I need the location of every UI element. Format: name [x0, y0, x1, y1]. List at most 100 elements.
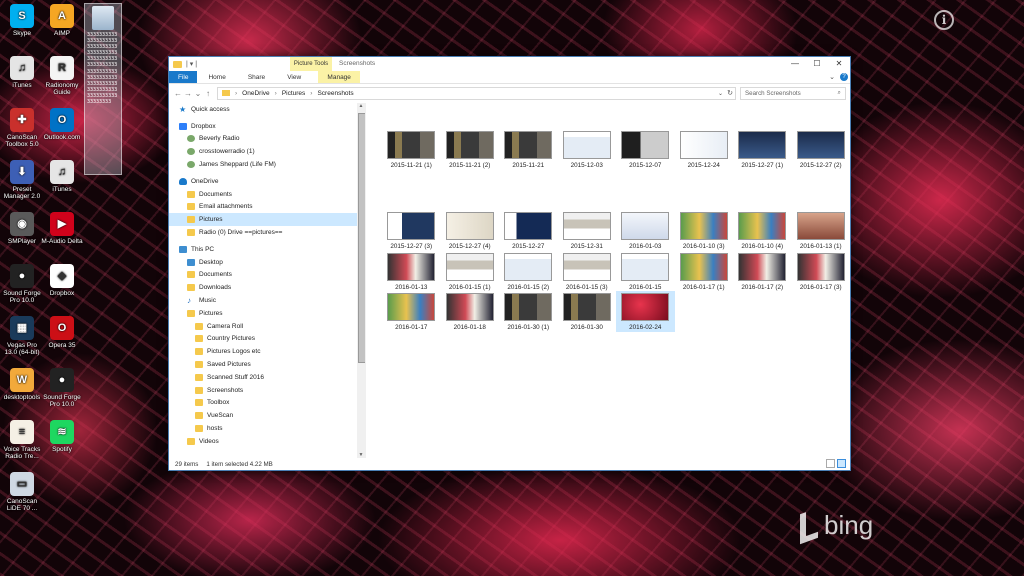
large-icons-view-icon[interactable]: [837, 459, 846, 468]
tab-home[interactable]: Home: [197, 71, 236, 83]
desktop-icon[interactable]: O Outlook.com: [40, 108, 84, 141]
desktop-icon[interactable]: ◆ Dropbox: [40, 264, 84, 297]
nav-item[interactable]: Country Pictures: [169, 333, 365, 346]
nav-scrollbar[interactable]: ▲ ▼: [357, 103, 365, 458]
file-item[interactable]: 2015-12-27 (4): [441, 210, 500, 251]
file-item[interactable]: 2015-12-27 (2): [792, 129, 851, 170]
nav-item[interactable]: Dropbox: [169, 120, 365, 133]
nav-item[interactable]: Documents: [169, 188, 365, 201]
nav-item[interactable]: Radio (0) Drive ==pictures==: [169, 226, 365, 239]
file-item[interactable]: 2016-01-10 (3): [675, 210, 734, 251]
desktop-icon[interactable]: ▶ M-Audio Delta: [40, 212, 84, 245]
nav-item[interactable]: crosstowerradio (1): [169, 145, 365, 158]
tab-share[interactable]: Share: [237, 71, 276, 83]
file-item[interactable]: 2016-01-17 (2): [733, 251, 792, 292]
desktop-icon[interactable]: ▭ CanoScan LiDE 70 ...: [0, 472, 44, 512]
desktop-icon[interactable]: ⬇ Preset Manager 2.0: [0, 160, 44, 200]
nav-item[interactable]: Scanned Stuff 2016: [169, 371, 365, 384]
breadcrumb-onedrive[interactable]: OneDrive: [242, 90, 269, 97]
desktop-icon[interactable]: ● Sound Forge Pro 10.0: [40, 368, 84, 408]
quick-access-toolbar[interactable]: | ▾ |: [186, 60, 197, 68]
desktop-icon[interactable]: ● Sound Forge Pro 10.0: [0, 264, 44, 304]
file-item[interactable]: 2016-01-17 (3): [792, 251, 851, 292]
details-view-icon[interactable]: [826, 459, 835, 468]
info-icon[interactable]: i: [934, 10, 954, 30]
maximize-button[interactable]: ☐: [806, 57, 828, 71]
nav-item[interactable]: Email attachments: [169, 201, 365, 214]
back-icon[interactable]: ←: [173, 89, 183, 98]
desktop-icon[interactable]: ♫ iTunes: [40, 160, 84, 193]
nav-item[interactable]: OneDrive: [169, 175, 365, 188]
nav-item[interactable]: Toolbox: [169, 397, 365, 410]
file-explorer-window[interactable]: | ▾ | Picture Tools Screenshots — ☐ ✕ Fi…: [168, 56, 851, 471]
nav-item[interactable]: ♪ Music: [169, 294, 365, 307]
file-item[interactable]: 2016-01-30: [558, 291, 617, 332]
file-item[interactable]: 2016-01-30 (1): [499, 291, 558, 332]
address-dropdown-icon[interactable]: ⌄: [718, 90, 723, 97]
forward-icon[interactable]: →: [183, 89, 193, 98]
tab-manage[interactable]: Manage: [318, 71, 361, 83]
file-item[interactable]: 2016-01-15 (2): [499, 251, 558, 292]
file-item[interactable]: 2016-01-03: [616, 210, 675, 251]
file-item[interactable]: 2015-12-03: [558, 129, 617, 170]
breadcrumb-pictures[interactable]: Pictures: [282, 90, 305, 97]
nav-item[interactable]: This PC: [169, 243, 365, 256]
address-bar[interactable]: › OneDrive › Pictures › Screenshots ⌄ ↻: [217, 86, 736, 100]
desktop-icon[interactable]: S Skype: [0, 4, 44, 37]
up-icon[interactable]: ↑: [203, 89, 213, 98]
desktop-icon[interactable]: ◉ SMPlayer: [0, 212, 44, 245]
nav-item[interactable]: Videos: [169, 435, 365, 448]
file-item[interactable]: 2016-01-13 (1): [792, 210, 851, 251]
file-item[interactable]: 2016-01-15 (3): [558, 251, 617, 292]
file-item[interactable]: 2015-11-21: [499, 129, 558, 170]
file-item[interactable]: 2016-02-24: [616, 291, 675, 332]
desktop-icon[interactable]: ≋ Spotify: [40, 420, 84, 453]
scroll-up-icon[interactable]: ▲: [357, 103, 365, 109]
file-item[interactable]: 2015-12-27 (1): [733, 129, 792, 170]
file-item[interactable]: 2016-01-15 (1): [441, 251, 500, 292]
recent-chevron-icon[interactable]: ⌄: [193, 89, 203, 98]
nav-item[interactable]: hosts: [169, 422, 365, 435]
nav-item[interactable]: Saved Pictures: [169, 358, 365, 371]
file-item[interactable]: 2016-01-13: [382, 251, 441, 292]
nav-item[interactable]: Pictures Logos etc: [169, 345, 365, 358]
nav-item[interactable]: Pictures: [169, 213, 357, 227]
file-item[interactable]: 2015-11-21 (2): [441, 129, 500, 170]
desktop-icon[interactable]: ▦ Vegas Pro 13.0 (64-bit): [0, 316, 44, 356]
desktop-icon[interactable]: ≡ Voice Tracks Radio Tre...: [0, 420, 44, 460]
file-item[interactable]: 2015-12-07: [616, 129, 675, 170]
recycle-bin-icon[interactable]: 3333333333333333333333333333333333333333…: [84, 3, 122, 175]
scroll-thumb[interactable]: [358, 113, 365, 363]
file-item[interactable]: 2015-12-27 (3): [382, 210, 441, 251]
file-item[interactable]: 2015-11-21 (1): [382, 129, 441, 170]
nav-item[interactable]: Desktop: [169, 256, 365, 269]
tab-file[interactable]: File: [169, 71, 198, 83]
nav-item[interactable]: Pictures: [169, 307, 365, 320]
desktop-icon[interactable]: ✚ CanoScan Toolbox 5.0: [0, 108, 44, 148]
file-item[interactable]: 2016-01-18: [441, 291, 500, 332]
help-icon[interactable]: ?: [840, 73, 848, 81]
file-item[interactable]: 2016-01-10 (4): [733, 210, 792, 251]
refresh-icon[interactable]: ↻: [727, 89, 733, 97]
file-item[interactable]: 2015-12-24: [675, 129, 734, 170]
nav-item[interactable]: Screenshots: [169, 384, 365, 397]
nav-item[interactable]: VueScan: [169, 409, 365, 422]
file-item[interactable]: 2015-12-27: [499, 210, 558, 251]
nav-item[interactable]: Beverly Radio: [169, 133, 365, 146]
nav-item[interactable]: ★ Quick access: [169, 103, 365, 116]
expand-ribbon-icon[interactable]: ⌄: [829, 73, 835, 81]
file-item[interactable]: 2016-01-17 (1): [675, 251, 734, 292]
tab-view[interactable]: View: [276, 71, 312, 83]
breadcrumb-screenshots[interactable]: Screenshots: [317, 90, 353, 97]
desktop-icon[interactable]: Wdesktoptools: [0, 368, 44, 401]
desktop-icon[interactable]: A AIMP: [40, 4, 84, 37]
minimize-button[interactable]: —: [784, 57, 806, 71]
nav-item[interactable]: Downloads: [169, 281, 365, 294]
desktop-icon[interactable]: O Opera 35: [40, 316, 84, 349]
nav-item[interactable]: James Sheppard (Life FM): [169, 158, 365, 171]
desktop-icon[interactable]: R Radionomy Guide: [40, 56, 84, 96]
nav-item[interactable]: Documents: [169, 269, 365, 282]
file-item[interactable]: 2016-01-17: [382, 291, 441, 332]
title-bar[interactable]: | ▾ | Picture Tools Screenshots — ☐ ✕: [169, 57, 850, 71]
close-button[interactable]: ✕: [828, 57, 850, 71]
